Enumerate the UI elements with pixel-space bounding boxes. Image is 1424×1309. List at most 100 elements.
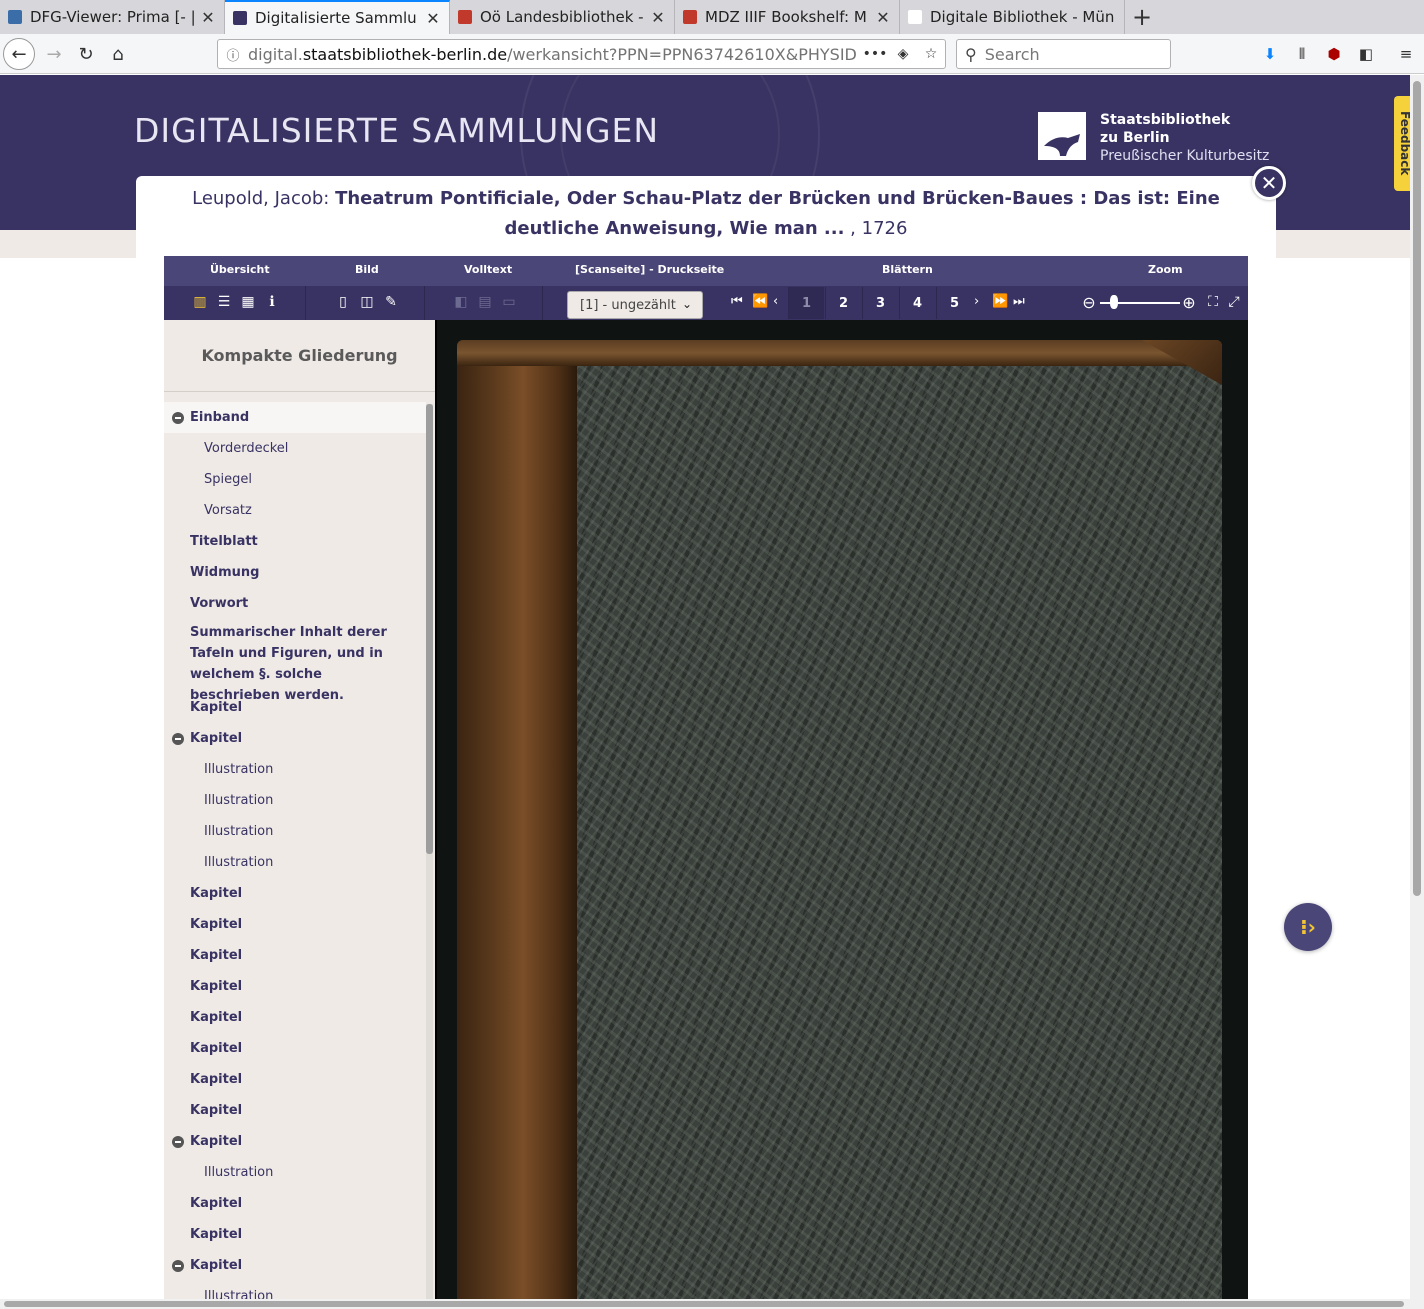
structure-item[interactable]: Kapitel <box>164 878 426 909</box>
new-tab-button[interactable]: + <box>1125 0 1159 34</box>
browser-tab[interactable]: MDZ IIIF Bookshelf: M ✕ <box>675 0 900 34</box>
structure-subitem[interactable]: Vorsatz <box>164 495 426 526</box>
info-icon[interactable]: ⓘ <box>218 45 248 64</box>
fast-back-icon[interactable]: ⏪ <box>752 294 768 309</box>
forward-button[interactable]: → <box>38 38 70 70</box>
structure-item[interactable]: Kapitel <box>164 1002 426 1033</box>
tab-title: Digitalisierte Sammlu <box>255 9 417 27</box>
prev-page-icon[interactable]: ‹ <box>773 294 778 309</box>
close-tab-icon[interactable]: ✕ <box>875 8 891 27</box>
book-top-edge <box>457 340 1222 366</box>
structure-item[interactable]: Kapitel <box>164 940 426 971</box>
page-button[interactable]: 5 <box>936 287 972 319</box>
close-modal-button[interactable]: ✕ <box>1252 166 1286 200</box>
page-actions-icon[interactable]: ••• <box>861 46 889 62</box>
structure-subitem[interactable]: Spiegel <box>164 464 426 495</box>
zoom-out-icon[interactable]: ⊖ <box>1080 293 1098 312</box>
structure-item[interactable]: Kapitel <box>164 1219 426 1250</box>
structure-item[interactable]: Kapitel <box>164 1033 426 1064</box>
structure-item[interactable]: Kapitel <box>164 1095 426 1126</box>
structure-item[interactable]: Kapitel <box>164 1064 426 1095</box>
sidebar-toggle-icon[interactable]: ◧ <box>1356 44 1376 64</box>
wrench-icon[interactable]: ✎ <box>382 293 400 311</box>
grid-view-icon[interactable]: ▦ <box>239 293 257 311</box>
close-tab-icon[interactable]: ✕ <box>425 9 441 28</box>
page-image-pane[interactable] <box>435 320 1248 1299</box>
collapse-toggle-icon[interactable] <box>172 1136 184 1148</box>
close-tab-icon[interactable]: ✕ <box>650 8 666 27</box>
structure-item-label: Kapitel <box>190 1072 243 1087</box>
structure-item[interactable]: Kapitel <box>164 723 426 754</box>
fast-forward-icon[interactable]: ⏩ <box>992 294 1008 309</box>
url-bar[interactable]: ⓘ digital.staatsbibliothek-berlin.de/wer… <box>217 39 946 69</box>
library-icon[interactable]: ⫴ <box>1292 44 1312 64</box>
structure-item[interactable]: Kapitel <box>164 1250 426 1281</box>
structure-item[interactable]: Summarischer Inhalt derer Tafeln und Fig… <box>164 619 426 703</box>
last-page-icon[interactable]: ⏭ <box>1013 294 1025 309</box>
structure-item[interactable]: Kapitel <box>164 909 426 940</box>
sidebar-scrollbar[interactable] <box>426 404 433 1299</box>
browser-tab[interactable]: Digitalisierte Sammlu ✕ <box>225 0 450 34</box>
page-scrollbar-vertical[interactable] <box>1410 75 1424 1299</box>
arrow-right-icon: → <box>46 43 62 65</box>
download-icon[interactable]: ⬇ <box>1260 44 1280 64</box>
structure-subitem[interactable]: Illustration <box>164 847 426 878</box>
ublock-icon[interactable]: ⬢ <box>1324 44 1344 64</box>
next-page-floating-button[interactable]: ⁝› <box>1284 903 1332 951</box>
page-button[interactable]: 4 <box>899 287 935 319</box>
page-button[interactable]: 3 <box>862 287 898 319</box>
structure-subitem[interactable]: Illustration <box>164 1157 426 1188</box>
structure-subitem[interactable]: Vorderdeckel <box>164 433 426 464</box>
collapse-toggle-icon[interactable] <box>172 412 184 424</box>
fit-page-icon[interactable]: ⛶ <box>1204 293 1222 311</box>
bookmark-star-icon[interactable]: ☆ <box>917 46 945 62</box>
structure-item[interactable]: Einband <box>164 402 426 433</box>
page-select[interactable]: [1] - ungezählt ⌄ <box>567 291 703 319</box>
structure-subitem[interactable]: Illustration <box>164 1281 426 1299</box>
first-page-icon[interactable]: ⏮ <box>731 294 743 309</box>
page-button[interactable]: 2 <box>825 287 861 319</box>
page-scrollbar-horizontal[interactable] <box>0 1299 1424 1309</box>
collapse-toggle-icon[interactable] <box>172 733 184 745</box>
structure-item[interactable]: Vorwort <box>164 588 426 619</box>
page-scrollbar-thumb[interactable] <box>4 1301 1404 1307</box>
structure-subitem[interactable]: Illustration <box>164 754 426 785</box>
next-page-icon[interactable]: › <box>974 294 979 309</box>
search-input[interactable]: ⚲ Search <box>956 39 1171 69</box>
url-text[interactable]: digital.staatsbibliothek-berlin.de/werka… <box>248 45 861 64</box>
info-icon[interactable]: ℹ <box>263 293 281 311</box>
single-page-icon[interactable]: ▯ <box>334 293 352 311</box>
structure-subitem[interactable]: Illustration <box>164 816 426 847</box>
menu-icon[interactable]: ≡ <box>1396 44 1416 64</box>
close-tab-icon[interactable]: ✕ <box>200 8 216 27</box>
structure-subitem[interactable]: Illustration <box>164 785 426 816</box>
browser-tab[interactable]: DFG-Viewer: Prima [- | ✕ <box>0 0 225 34</box>
structure-item[interactable]: Titelblatt <box>164 526 426 557</box>
pocket-icon[interactable]: ◈ <box>889 46 917 62</box>
structure-item[interactable]: Widmung <box>164 557 426 588</box>
logo-text[interactable]: Staatsbibliothek zu Berlin Preußischer K… <box>1100 111 1269 165</box>
divider <box>542 286 543 320</box>
sbb-logo[interactable] <box>1038 112 1086 160</box>
zoom-in-icon[interactable]: ⊕ <box>1180 293 1198 312</box>
back-button[interactable]: ← <box>3 38 35 70</box>
structure-item[interactable]: Kapitel <box>164 692 426 723</box>
reload-button[interactable]: ↻ <box>70 38 102 70</box>
structure-item[interactable]: Kapitel <box>164 1126 426 1157</box>
zoom-slider-handle[interactable] <box>1110 295 1119 309</box>
home-button[interactable]: ⌂ <box>102 38 134 70</box>
toolbar-controls: ▥ ☰ ▦ ℹ ▯ ◫ ✎ ◧ ▤ ▭ [1] - ungezählt ⌄ ⏮ … <box>164 286 1248 320</box>
fullscreen-icon[interactable]: ⤢ <box>1225 293 1243 311</box>
site-title[interactable]: DIGITALISIERTE SAMMLUNGEN <box>134 111 659 150</box>
page-button[interactable]: 1 <box>788 287 824 319</box>
browser-tab[interactable]: Oö Landesbibliothek - ✕ <box>450 0 675 34</box>
list-view-icon[interactable]: ☰ <box>215 293 233 311</box>
browser-tab[interactable]: Digitale Bibliothek - Mün <box>900 0 1125 34</box>
double-page-icon[interactable]: ◫ <box>358 293 376 311</box>
structure-view-icon[interactable]: ▥ <box>191 293 209 311</box>
structure-item[interactable]: Kapitel <box>164 1188 426 1219</box>
collapse-toggle-icon[interactable] <box>172 1260 184 1272</box>
page-scrollbar-thumb[interactable] <box>1413 81 1421 896</box>
structure-item[interactable]: Kapitel <box>164 971 426 1002</box>
sidebar-scrollbar-thumb[interactable] <box>426 404 433 854</box>
